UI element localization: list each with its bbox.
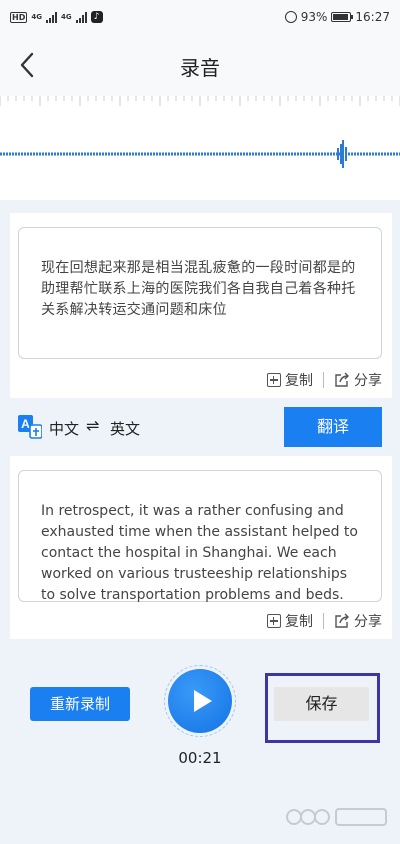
share-button[interactable]: 分享 bbox=[334, 611, 382, 631]
header: 录音 bbox=[0, 34, 400, 96]
waveform bbox=[0, 96, 400, 200]
hd-badge: HD bbox=[10, 11, 28, 23]
page-title: 录音 bbox=[180, 56, 220, 80]
save-button[interactable]: 保存 bbox=[274, 687, 369, 721]
divider bbox=[323, 613, 324, 629]
status-right: 93% 16:27 bbox=[284, 10, 390, 24]
playback-timer: 00:21 bbox=[178, 749, 222, 767]
share-button[interactable]: 分享 bbox=[334, 370, 382, 390]
battery-icon bbox=[331, 12, 354, 22]
tiktok-icon: ♪ bbox=[90, 11, 103, 23]
copy-icon bbox=[267, 614, 281, 628]
source-language[interactable]: 中文 bbox=[49, 418, 79, 439]
copy-button[interactable]: 复制 bbox=[267, 611, 313, 631]
svg-text:A: A bbox=[21, 417, 30, 431]
copy-icon bbox=[267, 373, 281, 387]
copy-label: 复制 bbox=[285, 373, 313, 389]
signal-icon bbox=[45, 11, 57, 23]
network-type-1: 4G bbox=[31, 12, 42, 21]
recognized-actions: 复制 分享 bbox=[267, 370, 382, 390]
rerecord-button[interactable]: 重新录制 bbox=[30, 687, 130, 721]
copy-button[interactable]: 复制 bbox=[267, 370, 313, 390]
recognized-text-card: 现在回想起来那是相当混乱疲惫的一段时间都是的助理帮忙联系上海的医院我们各自我自己… bbox=[10, 213, 392, 398]
signal-icon-2 bbox=[75, 11, 87, 23]
alarm-icon bbox=[284, 11, 297, 23]
play-button[interactable] bbox=[168, 669, 232, 733]
network-type-2: 4G bbox=[60, 12, 72, 21]
recognized-text[interactable]: 现在回想起来那是相当混乱疲惫的一段时间都是的助理帮忙联系上海的医院我们各自我自己… bbox=[18, 227, 382, 359]
share-icon bbox=[335, 372, 349, 387]
target-language[interactable]: 英文 bbox=[110, 418, 140, 439]
copy-label: 复制 bbox=[285, 614, 313, 630]
share-label: 分享 bbox=[354, 614, 382, 630]
clock: 16:27 bbox=[355, 10, 390, 24]
watermark-logo bbox=[286, 808, 387, 826]
translation-actions: 复制 分享 bbox=[267, 611, 382, 631]
translation-card: In retrospect, it was a rather confusing… bbox=[10, 456, 392, 639]
battery-percent: 93% bbox=[300, 10, 328, 24]
share-icon bbox=[335, 613, 349, 628]
waveform-line bbox=[0, 140, 400, 168]
status-left: HD 4G 4G ♪ bbox=[10, 11, 103, 23]
divider bbox=[323, 372, 324, 388]
translation-text[interactable]: In retrospect, it was a rather confusing… bbox=[18, 470, 382, 603]
translate-row: A 中文 ⇌ 英文 翻译 bbox=[0, 404, 400, 450]
share-label: 分享 bbox=[354, 373, 382, 389]
status-bar: HD 4G 4G ♪ 93% 16:27 bbox=[0, 0, 400, 34]
swap-language-icon[interactable]: ⇌ bbox=[86, 416, 99, 435]
translate-button[interactable]: 翻译 bbox=[284, 407, 382, 447]
translate-icon: A bbox=[18, 415, 42, 439]
